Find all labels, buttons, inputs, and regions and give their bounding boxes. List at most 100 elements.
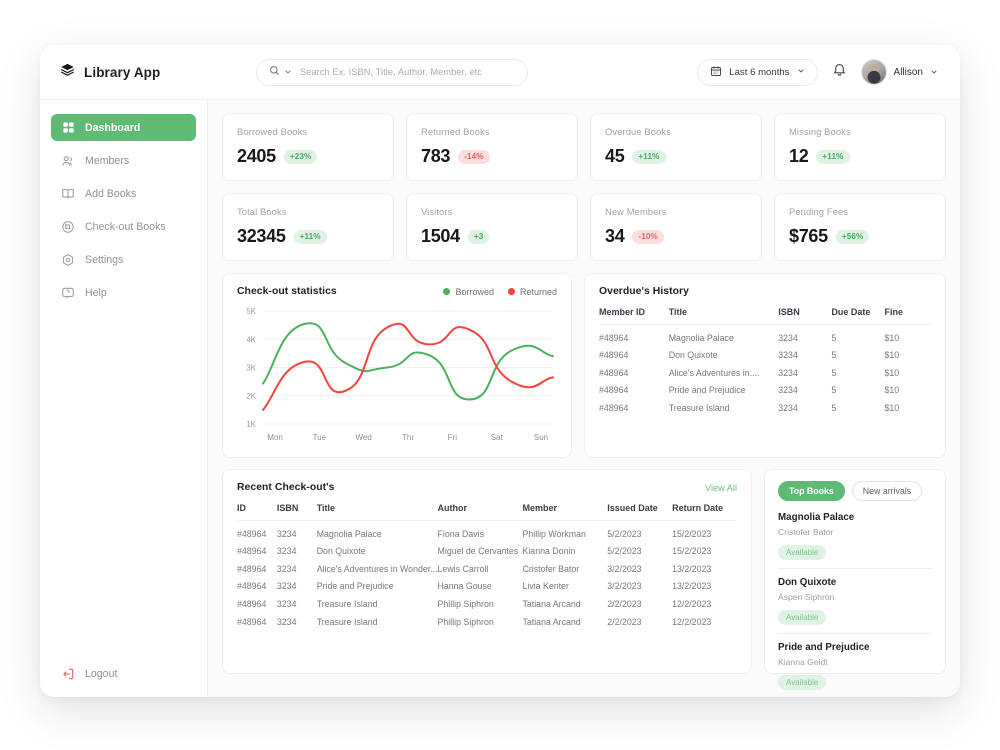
- table-cell: #48964: [599, 385, 629, 396]
- tab-top-books[interactable]: Top Books: [778, 481, 845, 501]
- table-cell: $10: [884, 385, 900, 396]
- table-cell: Tatiana Arcand: [522, 598, 581, 609]
- legend-dot-borrowed: [443, 288, 451, 295]
- table-cell: 2/2/2023: [607, 616, 642, 627]
- status-badge: +11%: [816, 149, 850, 164]
- list-item[interactable]: Pride and Prejudice Kianna Geidt Available: [778, 642, 932, 697]
- chart-legend: Borrowed Returned: [443, 287, 557, 297]
- chevron-down-icon[interactable]: [284, 63, 292, 81]
- sidebar-item-dashboard[interactable]: Dashboard: [51, 114, 196, 141]
- chart-header: Check-out statistics Borrowed Returned: [237, 286, 557, 297]
- table-cell: #48964: [599, 332, 629, 343]
- column-header: Due Date: [831, 297, 885, 325]
- stat-value: 34: [605, 226, 625, 246]
- table-cell: Treasure Island: [316, 616, 378, 627]
- column-header: ISBN: [276, 493, 317, 521]
- table-cell: #48964: [237, 563, 267, 574]
- logout-button[interactable]: Logout: [51, 667, 196, 681]
- table-row[interactable]: #48964 3234 Don Quixote Miguel de Cervantes…: [237, 539, 737, 557]
- sidebar-item-members[interactable]: Members: [51, 147, 196, 174]
- sidebar-item-label: Settings: [85, 253, 124, 266]
- column-header: Author: [437, 493, 523, 521]
- stat-card-new-members: New Members 34 -10%: [590, 193, 762, 261]
- sidebar-item-add-books[interactable]: Add Books: [51, 180, 196, 207]
- sidebar-item-help[interactable]: Help: [51, 279, 196, 306]
- table-row[interactable]: #48964 3234 Treasure Island Phillip Siphron…: [237, 609, 737, 627]
- view-all-link[interactable]: View All: [705, 483, 737, 493]
- book-author: Cristofer Bator: [778, 527, 834, 537]
- legend-dot-returned: [507, 288, 515, 295]
- search-input[interactable]: [296, 67, 515, 77]
- sidebar-item-label: Dashboard: [85, 121, 141, 134]
- table-cell: Alice's Adventures in Wonder...: [316, 563, 438, 574]
- stat-value: 32345: [237, 226, 286, 246]
- stat-value: 12: [789, 146, 809, 166]
- sidebar-item-check-out-books[interactable]: Check-out Books: [51, 213, 196, 240]
- avatar: [860, 59, 887, 85]
- overdue-title: Overdue's History: [599, 286, 689, 297]
- table-row[interactable]: #48964 Pride and Prejudice 3234 5 $10: [599, 378, 931, 396]
- list-item[interactable]: Magnolia Palace Cristofer Bator Available: [778, 512, 932, 569]
- table-cell: 3234: [276, 581, 297, 592]
- sidebar-item-settings[interactable]: Settings: [51, 246, 196, 273]
- table-cell: Phillip Siphron: [437, 598, 494, 609]
- brand-name: Library App: [84, 64, 161, 80]
- help-icon: [61, 286, 75, 300]
- y-axis-tick-label: 1K: [246, 420, 256, 429]
- status-badge: Available: [778, 610, 827, 625]
- body: Dashboard Members Add Books Check-out Bo…: [40, 100, 960, 697]
- chevron-down-icon[interactable]: [797, 67, 805, 78]
- search-container: [256, 58, 528, 86]
- chart-title: Check-out statistics: [237, 286, 337, 297]
- search-box[interactable]: [256, 58, 528, 86]
- bell-icon[interactable]: [832, 62, 847, 82]
- table-row[interactable]: #48964 Don Quixote 3234 5 $10: [599, 343, 931, 361]
- book-title: Don Quixote: [778, 577, 837, 588]
- table-cell: Pride and Prejudice: [668, 385, 746, 396]
- table-cell: 5: [831, 350, 837, 361]
- table-cell: Lewis Carroll: [437, 563, 489, 574]
- legend-item-returned: Returned: [507, 287, 557, 297]
- x-axis-tick-label: Sat: [491, 433, 504, 442]
- status-badge: +3: [467, 229, 490, 244]
- table-cell: 3234: [778, 402, 798, 413]
- table-row[interactable]: #48964 3234 Alice's Adventures in Wonder..…: [237, 556, 737, 574]
- table-cell: 15/2/2023: [672, 528, 712, 539]
- table-cell: #48964: [599, 367, 629, 378]
- list-item[interactable]: Don Quixote Aspen Siphron Available: [778, 577, 932, 634]
- tab-new-arrivals[interactable]: New arrivals: [851, 481, 923, 501]
- x-axis-tick-label: Sun: [534, 433, 548, 442]
- calendar-icon: [710, 65, 722, 80]
- table-cell: 15/2/2023: [672, 546, 712, 557]
- recent-header: Recent Check-out's View All: [237, 482, 737, 493]
- table-row[interactable]: #48964 Treasure Island 3234 5 $10: [599, 395, 931, 413]
- search-icon: [269, 63, 280, 81]
- y-axis-tick-label: 5K: [246, 307, 256, 316]
- date-range-filter[interactable]: Last 6 months: [697, 58, 818, 86]
- table-row[interactable]: #48964 3234 Treasure Island Phillip Siphron…: [237, 591, 737, 609]
- logout-label: Logout: [85, 668, 118, 680]
- table-cell: Treasure Island: [316, 598, 378, 609]
- table-row[interactable]: #48964 3234 Magnolia Palace Fiona Davis Phil…: [237, 521, 737, 539]
- table-cell: $10: [884, 350, 900, 361]
- stat-card-pending-fees: Pending Fees $765 +56%: [774, 193, 946, 261]
- column-header: Member ID: [599, 297, 669, 325]
- stat-label: New Members: [605, 206, 667, 217]
- table-row[interactable]: #48964 3234 Pride and Prejudice Hanna Gouse…: [237, 574, 737, 592]
- table-row[interactable]: #48964 Magnolia Palace 3234 5 $10: [599, 325, 931, 343]
- table-cell: #48964: [599, 350, 629, 361]
- stat-value: 2405: [237, 146, 276, 166]
- table-body: #48964 3234 Magnolia Palace Fiona Davis Phil…: [237, 521, 737, 627]
- status-badge: Available: [778, 675, 827, 690]
- y-axis-tick-label: 2K: [246, 392, 256, 401]
- user-menu[interactable]: Allison: [860, 59, 938, 85]
- table-cell: 3234: [276, 528, 297, 539]
- book-list: Magnolia Palace Cristofer Bator Available D…: [778, 512, 932, 697]
- sidebar: Dashboard Members Add Books Check-out Bo…: [40, 100, 208, 697]
- chart-svg: 5K 4K 3K 2K 1K Mon Tue Wed Thr Fri Sat Sun: [246, 307, 554, 442]
- chevron-down-icon[interactable]: [930, 63, 938, 81]
- table-cell: Phillip Siphron: [437, 616, 494, 627]
- table-cell: 2/2/2023: [607, 598, 642, 609]
- table-row[interactable]: #48964 Alice's Adventures in.... 3234 5 $10: [599, 360, 931, 378]
- stat-value: 1504: [421, 226, 460, 246]
